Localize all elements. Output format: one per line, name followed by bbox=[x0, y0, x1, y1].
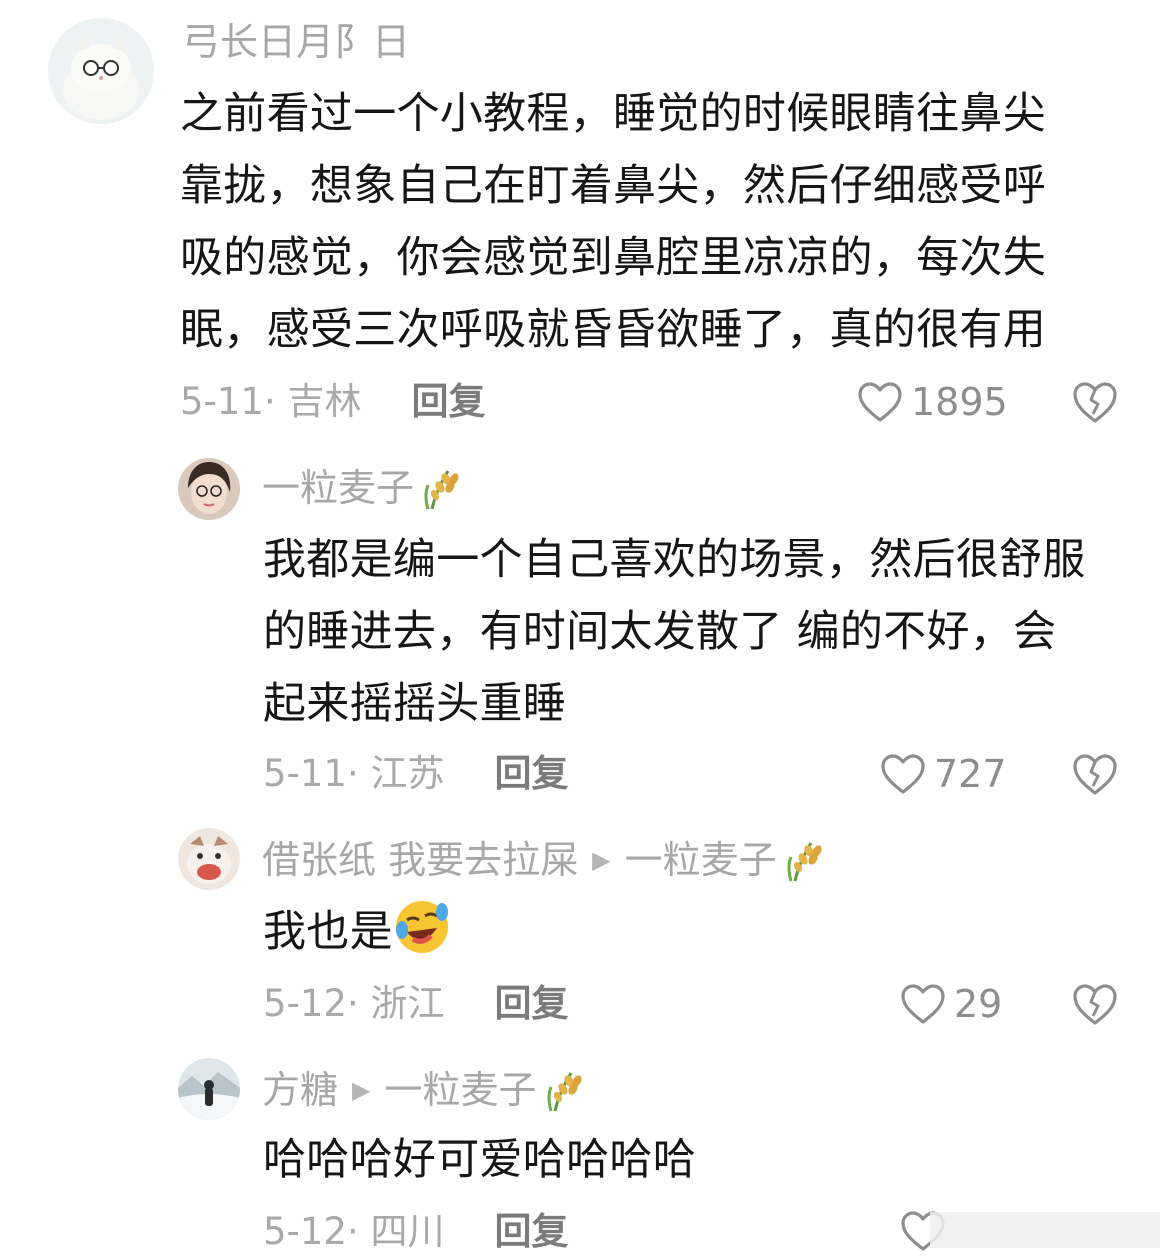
avatar[interactable] bbox=[178, 458, 240, 520]
comment-meta: 5-12· 浙江 回复 bbox=[263, 980, 569, 1028]
comment-text-line: 靠拢，想象自己在盯着鼻尖，然后仔细感受呼 bbox=[180, 161, 1046, 211]
heart-outline-icon bbox=[881, 754, 925, 794]
avatar[interactable] bbox=[178, 1058, 240, 1120]
comment-text-line: 哈哈哈好可爱哈哈哈哈 bbox=[263, 1135, 696, 1185]
broken-heart-icon bbox=[1073, 754, 1117, 795]
date-location: 5-11· 吉林 bbox=[180, 380, 362, 423]
rice-ear-emoji-icon bbox=[418, 465, 464, 511]
comment-text: 我都是编一个自己喜欢的场景，然后很舒服 的睡进去，有时间太发散了 编的不好，会 … bbox=[263, 524, 1086, 740]
reply-to-name[interactable]: 一粒麦子 bbox=[625, 836, 777, 884]
comment-text-line: 眠，感受三次呼吸就昏昏欲睡了，真的很有用 bbox=[180, 305, 1046, 355]
author-name[interactable]: 一粒麦子 bbox=[262, 464, 464, 512]
comment-meta: 5-12· 四川 回复 bbox=[263, 1208, 569, 1256]
author-name-text: 方糖 bbox=[262, 1068, 339, 1112]
comment-text: 我也是 bbox=[263, 896, 451, 968]
reply-button[interactable]: 回复 bbox=[495, 1208, 569, 1256]
comment-meta: 5-11· 江苏 回复 bbox=[263, 750, 569, 798]
author-name[interactable]: 弓长日月阝日 bbox=[182, 18, 410, 66]
author-name[interactable]: 方糖 ▶ 一粒麦子 bbox=[262, 1066, 587, 1114]
rolling-laughing-emoji-icon bbox=[393, 898, 451, 956]
author-name-text: 借张纸 我要去拉屎 bbox=[262, 838, 579, 882]
comment-text-content: 我也是 bbox=[263, 907, 393, 957]
heart-outline-icon bbox=[901, 984, 945, 1024]
comment-text-line: 吸的感觉，你会感觉到鼻腔里凉凉的，每次失 bbox=[180, 233, 1046, 283]
comment-text-line: 我都是编一个自己喜欢的场景，然后很舒服 bbox=[263, 535, 1086, 585]
heart-outline-icon bbox=[858, 382, 902, 422]
like-count: 1895 bbox=[911, 380, 1008, 424]
reply-button[interactable]: 回复 bbox=[412, 378, 486, 426]
author-name-text: 弓长日月阝日 bbox=[182, 20, 411, 64]
dislike-button[interactable] bbox=[1072, 752, 1118, 796]
comment-text: 之前看过一个小教程，睡觉的时候眼睛往鼻尖 靠拢，想象自己在盯着鼻尖，然后仔细感受… bbox=[180, 78, 1046, 366]
comment-meta: 5-11· 吉林 回复 bbox=[180, 378, 486, 426]
cartoon-avatar-icon bbox=[178, 828, 240, 890]
comment-text-line: 我也是 bbox=[263, 896, 451, 968]
triangle-right-icon: ▶ bbox=[592, 846, 611, 874]
author-name[interactable]: 借张纸 我要去拉屎 ▶ 一粒麦子 bbox=[262, 836, 827, 884]
dislike-button[interactable] bbox=[1072, 380, 1118, 424]
like-button[interactable]: 1895 bbox=[857, 378, 1008, 426]
comment-text-line: 的睡进去，有时间太发散了 编的不好，会 bbox=[263, 607, 1057, 657]
dislike-button[interactable] bbox=[1072, 982, 1118, 1026]
reply-button[interactable]: 回复 bbox=[495, 980, 569, 1028]
broken-heart-icon bbox=[1073, 382, 1117, 423]
author-name-text: 一粒麦子 bbox=[262, 466, 415, 510]
watermark-overlay bbox=[930, 1212, 1160, 1248]
comment-text-line: 起来摇摇头重睡 bbox=[263, 679, 567, 729]
comment-text-line: 之前看过一个小教程，睡觉的时候眼睛往鼻尖 bbox=[180, 89, 1046, 139]
avatar[interactable] bbox=[48, 18, 154, 124]
cat-avatar-icon bbox=[48, 18, 154, 124]
rice-ear-emoji-icon bbox=[541, 1067, 587, 1113]
rice-ear-emoji-icon bbox=[781, 837, 827, 883]
reply-to-name[interactable]: 一粒麦子 bbox=[384, 1066, 536, 1114]
like-count: 29 bbox=[954, 982, 1003, 1026]
triangle-right-icon: ▶ bbox=[352, 1076, 371, 1104]
comment-text: 哈哈哈好可爱哈哈哈哈 bbox=[263, 1124, 696, 1196]
date-location: 5-12· 浙江 bbox=[263, 982, 445, 1025]
like-button[interactable]: 29 bbox=[900, 980, 1002, 1028]
girl-avatar-icon bbox=[178, 458, 240, 520]
date-location: 5-12· 四川 bbox=[263, 1210, 445, 1253]
like-count: 727 bbox=[934, 752, 1007, 796]
avatar[interactable] bbox=[178, 828, 240, 890]
like-button[interactable]: 727 bbox=[880, 750, 1007, 798]
snowy-avatar-icon bbox=[178, 1058, 240, 1120]
broken-heart-icon bbox=[1073, 984, 1117, 1025]
date-location: 5-11· 江苏 bbox=[263, 752, 445, 795]
reply-button[interactable]: 回复 bbox=[495, 750, 569, 798]
